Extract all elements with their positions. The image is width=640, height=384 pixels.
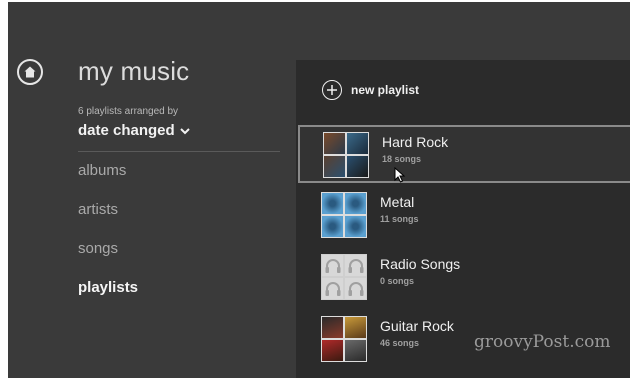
home-button[interactable] — [17, 59, 43, 85]
new-playlist-label: new playlist — [351, 83, 420, 97]
playlist-count-label: 6 playlists arranged by — [78, 106, 179, 117]
headphones-icon — [322, 278, 343, 299]
album-art — [347, 133, 368, 154]
nav-item-songs[interactable]: songs — [78, 240, 118, 257]
headphones-icon — [322, 255, 343, 276]
playlist-thumbnail — [321, 192, 367, 238]
new-playlist-button[interactable]: new playlist — [322, 80, 419, 100]
sort-dropdown[interactable]: date changed — [78, 122, 190, 139]
album-art — [324, 156, 345, 177]
divider — [78, 151, 280, 152]
album-art — [345, 193, 366, 214]
album-art — [322, 193, 343, 214]
app-window: my music 6 playlists arranged by date ch… — [8, 2, 630, 378]
playlist-name: Radio Songs — [380, 256, 461, 272]
album-art — [345, 340, 366, 361]
playlist-item-radio-songs[interactable]: Radio Songs 0 songs — [298, 249, 630, 307]
playlist-item-hard-rock[interactable]: Hard Rock 18 songs — [298, 125, 630, 183]
playlist-item-metal[interactable]: Metal 11 songs — [298, 187, 630, 245]
playlist-thumbnail — [323, 132, 369, 178]
nav-item-artists[interactable]: artists — [78, 201, 118, 218]
page-title: my music — [78, 56, 190, 86]
playlist-song-count: 46 songs — [380, 338, 420, 348]
headphones-icon — [345, 278, 366, 299]
album-art — [322, 340, 343, 361]
playlist-thumbnail — [321, 316, 367, 362]
album-art — [347, 156, 368, 177]
plus-icon — [322, 80, 342, 100]
chevron-down-icon — [179, 127, 190, 134]
playlist-panel: new playlist Hard Rock 18 songs Metal 11… — [296, 60, 630, 378]
nav-item-albums[interactable]: albums — [78, 162, 126, 179]
album-art — [324, 133, 345, 154]
home-icon — [24, 66, 36, 78]
watermark: groovyPost.com — [474, 332, 611, 352]
album-art — [345, 317, 366, 338]
nav-item-playlists[interactable]: playlists — [78, 279, 138, 296]
album-art — [345, 216, 366, 237]
album-art — [322, 216, 343, 237]
playlist-song-count: 0 songs — [380, 276, 415, 286]
playlist-name: Hard Rock — [382, 134, 449, 150]
album-art — [322, 317, 343, 338]
playlist-song-count: 11 songs — [380, 214, 419, 224]
playlist-song-count: 18 songs — [382, 154, 422, 164]
playlist-name: Guitar Rock — [380, 318, 454, 334]
playlist-thumbnail — [321, 254, 367, 300]
mouse-cursor-icon — [394, 167, 406, 183]
headphones-icon — [345, 255, 366, 276]
playlist-name: Metal — [380, 194, 415, 210]
sort-value: date changed — [78, 122, 175, 139]
